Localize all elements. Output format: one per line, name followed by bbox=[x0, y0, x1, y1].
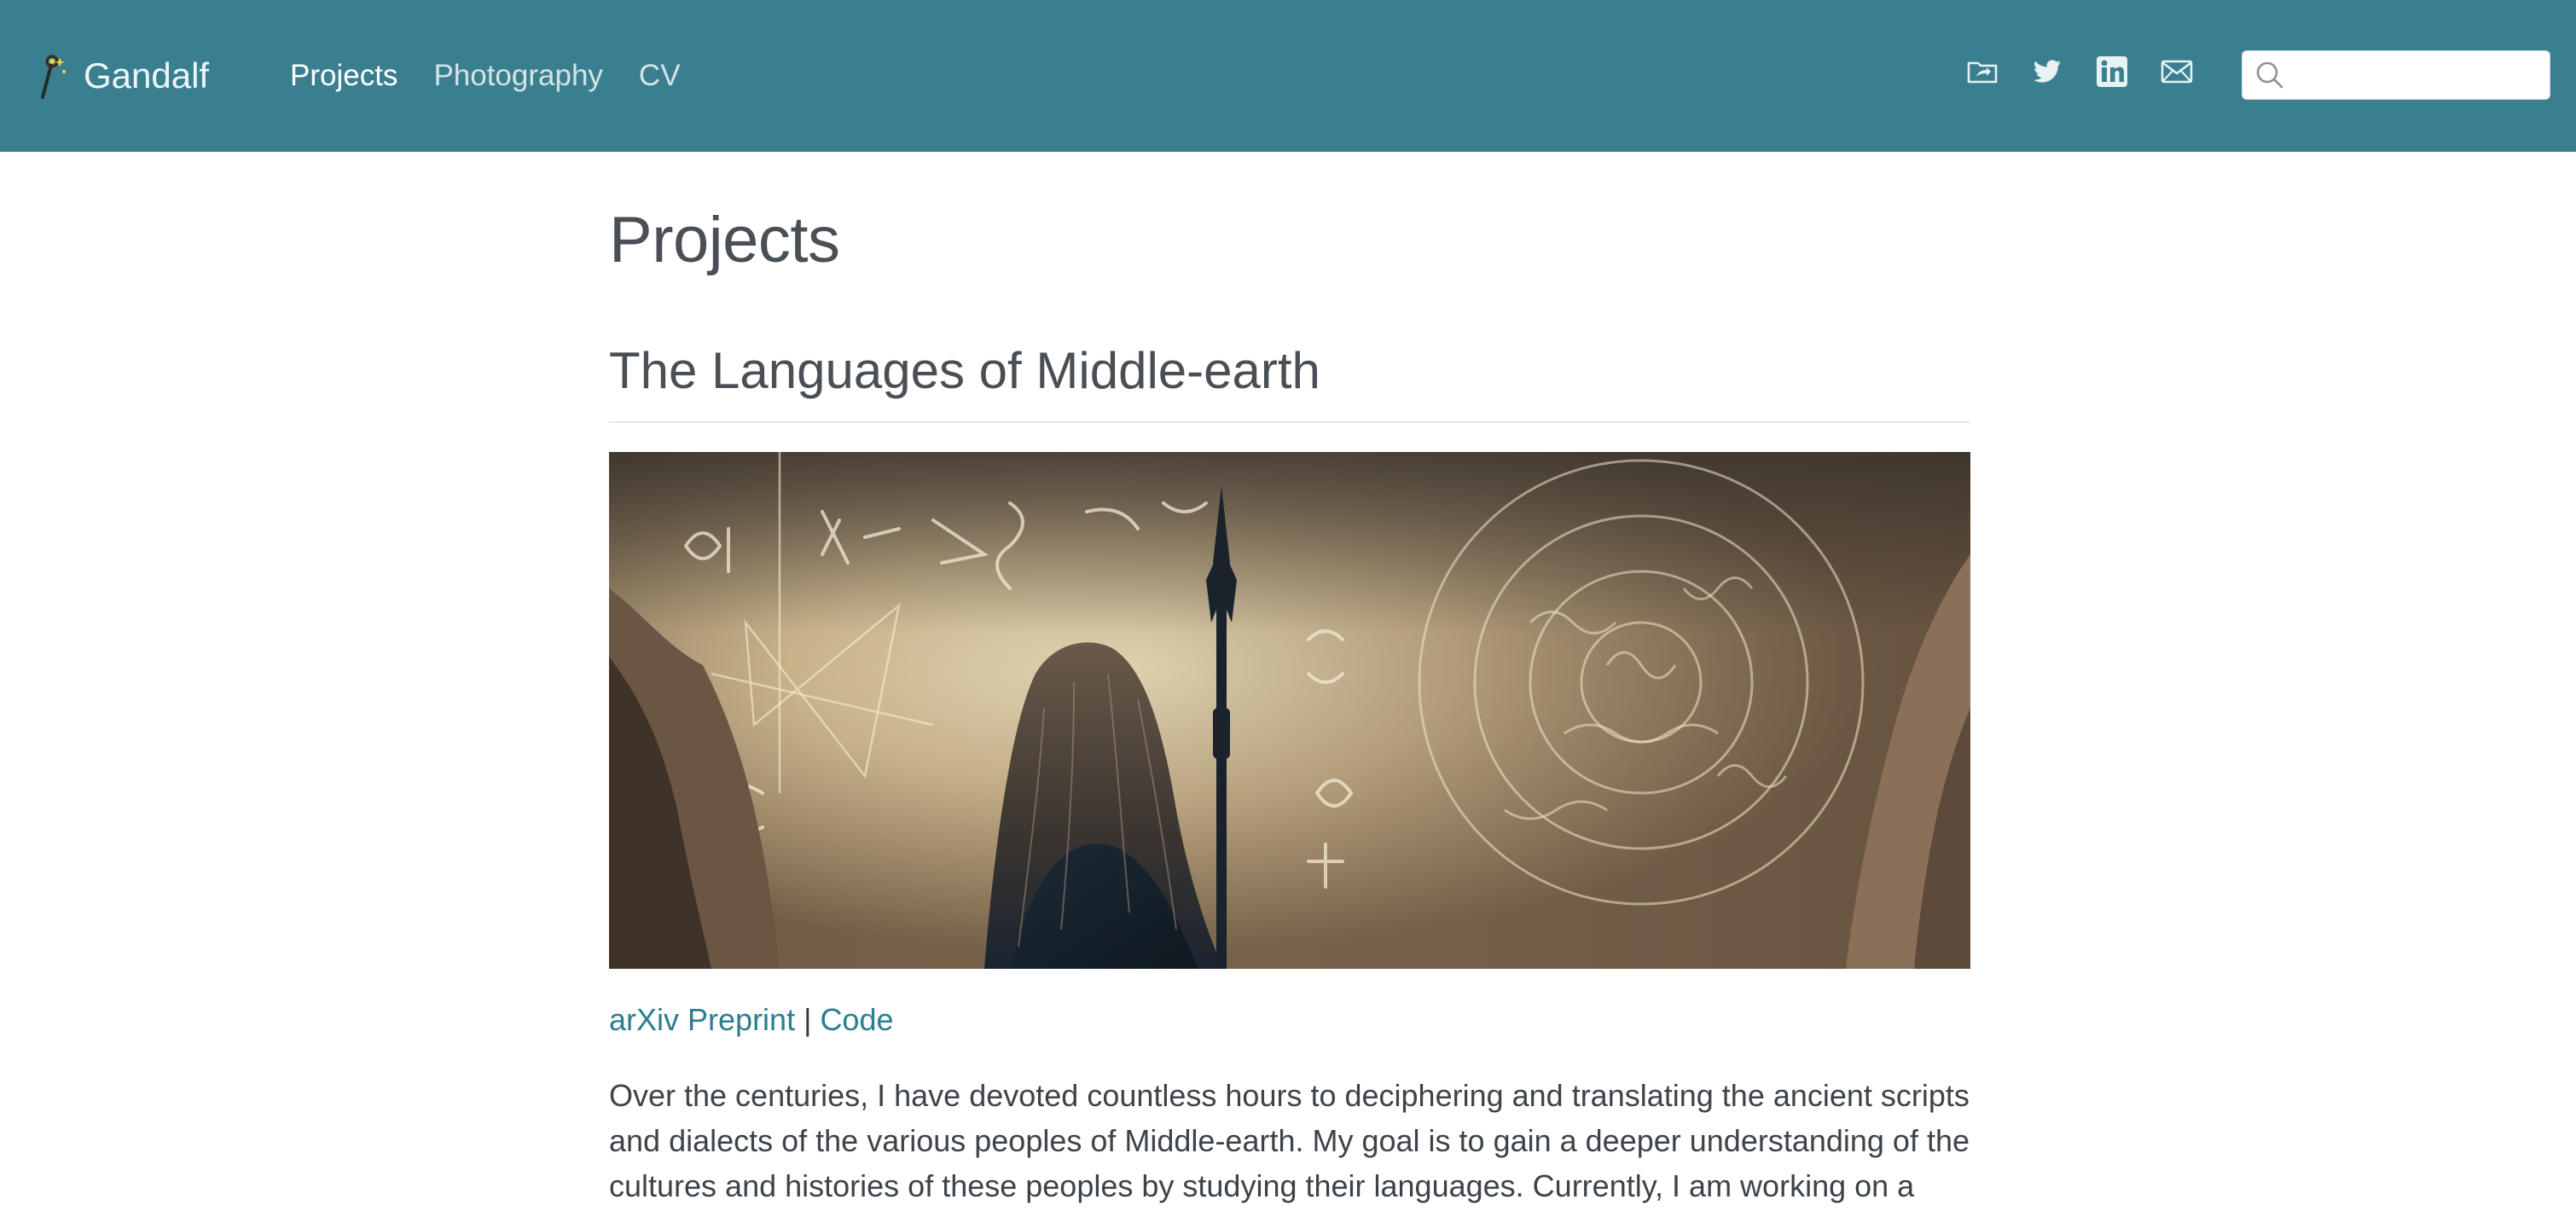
brand-name: Gandalf bbox=[84, 55, 210, 96]
description-line: and dialects of the various peoples of M… bbox=[609, 1123, 1970, 1158]
nav-item-cv[interactable]: CV bbox=[639, 56, 681, 96]
social-links bbox=[1965, 55, 2194, 89]
project-description: Over the centuries, I have devoted count… bbox=[609, 1073, 1970, 1208]
link-separator: | bbox=[795, 1002, 821, 1037]
code-link[interactable]: Code bbox=[820, 1002, 893, 1037]
nav-item-photography[interactable]: Photography bbox=[433, 56, 602, 96]
description-line: cultures and histories of these peoples … bbox=[609, 1168, 1915, 1203]
search-input[interactable] bbox=[2292, 53, 2543, 97]
search-box bbox=[2242, 50, 2550, 100]
arxiv-preprint-link[interactable]: arXiv Preprint bbox=[609, 1002, 795, 1037]
description-line: Over the centuries, I have devoted count… bbox=[609, 1078, 1970, 1113]
nav-item-projects[interactable]: Projects bbox=[290, 56, 397, 96]
section-divider bbox=[609, 421, 1970, 423]
brand-link[interactable]: Gandalf bbox=[31, 48, 209, 104]
page-title: Projects bbox=[609, 204, 840, 276]
folder-share-icon[interactable] bbox=[1965, 55, 1999, 89]
section-title: The Languages of Middle-earth bbox=[609, 342, 1320, 399]
project-links: arXiv Preprint | Code bbox=[609, 1000, 894, 1040]
twitter-icon[interactable] bbox=[2030, 55, 2064, 89]
main-nav: Projects Photography CV bbox=[290, 56, 717, 96]
search-icon bbox=[2256, 61, 2283, 89]
email-icon[interactable] bbox=[2160, 55, 2194, 89]
wizard-staff-icon bbox=[41, 55, 66, 99]
wizard-runes-image bbox=[609, 452, 1970, 969]
linkedin-icon[interactable] bbox=[2095, 55, 2129, 89]
top-navbar: Gandalf Projects Photography CV bbox=[0, 0, 2576, 152]
